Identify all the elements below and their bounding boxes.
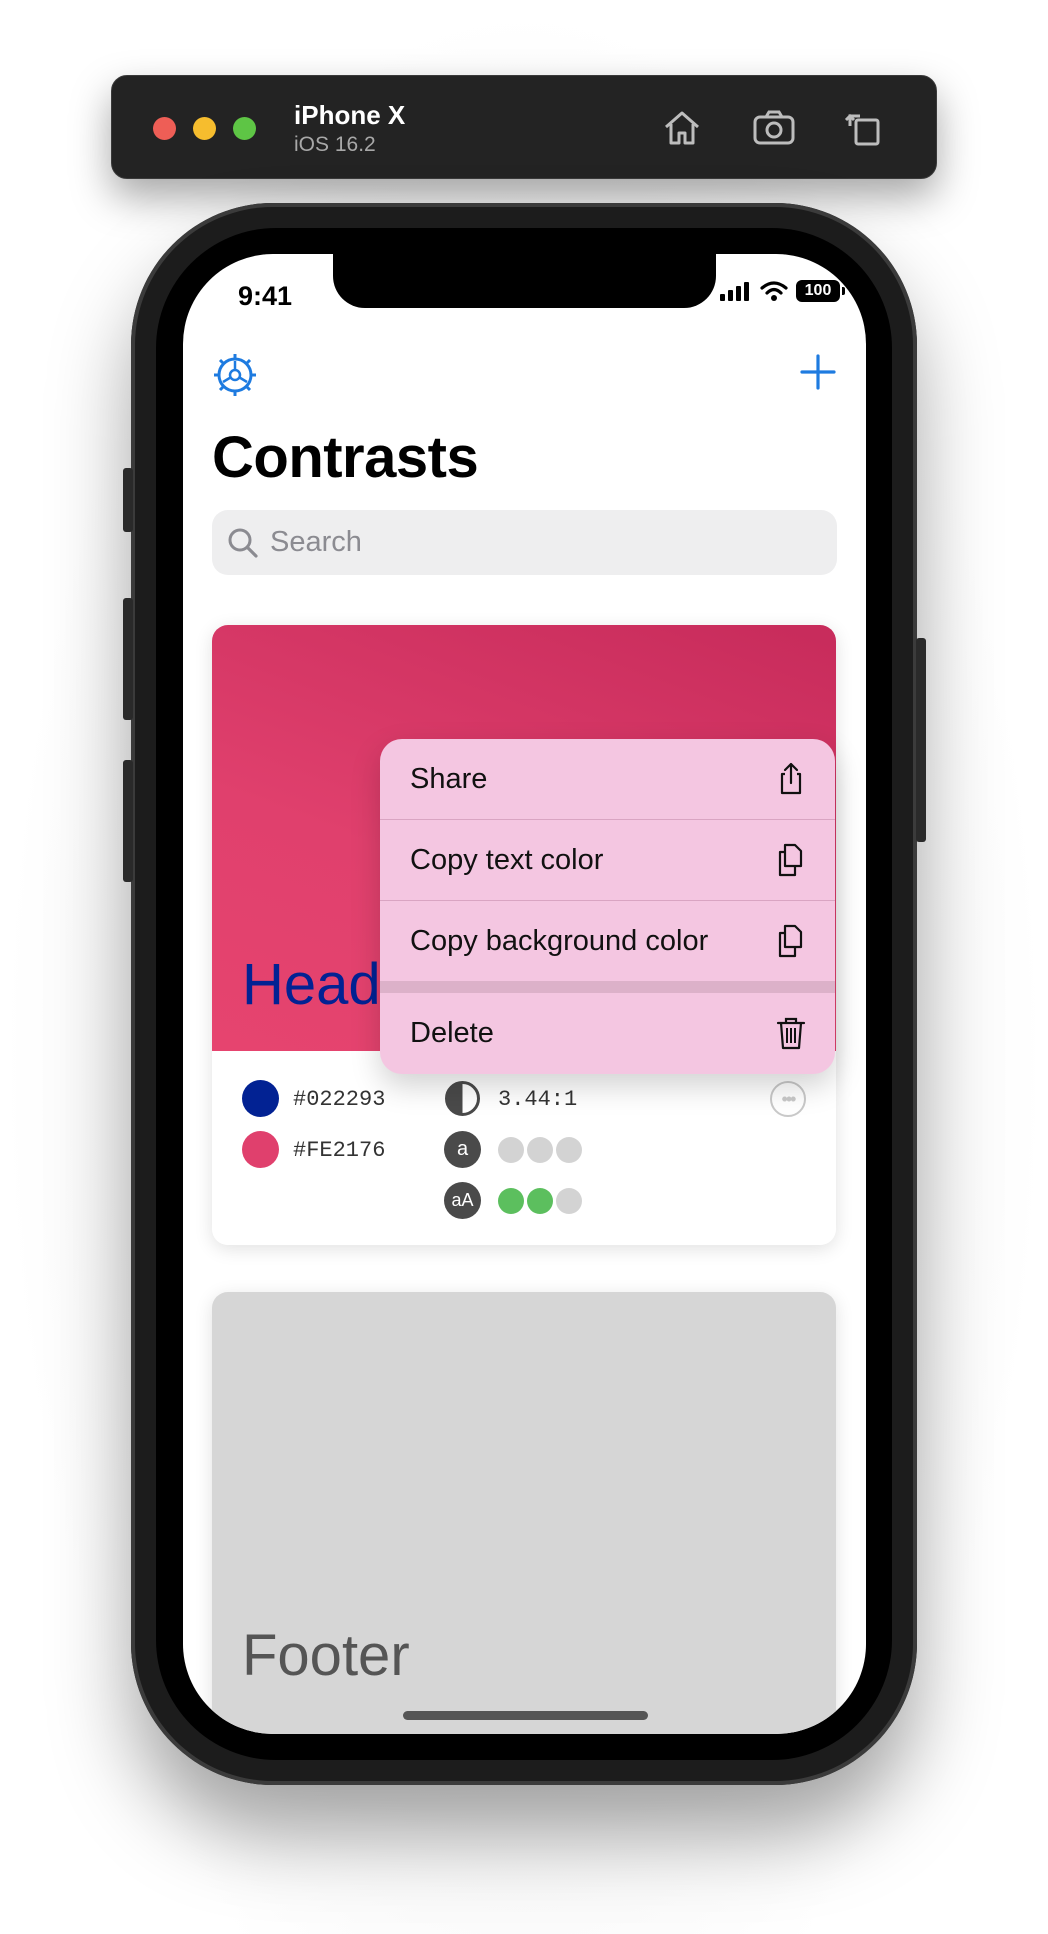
menu-item-label: Copy text color [410, 843, 604, 876]
menu-item-label: Delete [410, 1016, 494, 1049]
contrast-icon [444, 1080, 481, 1117]
background-color-hex: #FE2176 [293, 1138, 386, 1163]
battery-indicator: 100 [796, 280, 845, 302]
settings-gear-icon [214, 354, 256, 396]
home-icon [665, 111, 699, 145]
add-button[interactable] [798, 352, 838, 392]
status-time: 9:41 [238, 281, 293, 311]
mute-switch [123, 468, 133, 532]
card-headline: Footer [242, 1623, 410, 1688]
copy-icon [778, 843, 803, 877]
large-text-aa-indicator [498, 1188, 524, 1214]
small-text-aa-indicator [498, 1137, 524, 1163]
share-icon [780, 762, 802, 795]
context-menu: Share Copy text color Copy background co… [380, 739, 835, 1074]
ellipsis-icon: ••• [781, 1088, 797, 1109]
small-text-icon: a [444, 1131, 481, 1168]
minimize-window-button[interactable] [193, 117, 216, 140]
page-title: Contrasts [212, 425, 479, 490]
large-text-aaa-indicator [527, 1188, 553, 1214]
cellular-signal-icon [720, 282, 749, 301]
status-icons: 100 [720, 280, 845, 302]
small-text-extra-indicator [556, 1137, 582, 1163]
trash-icon [776, 1017, 806, 1050]
background-color-swatch [242, 1131, 279, 1168]
wifi-icon [760, 281, 788, 301]
settings-button[interactable] [212, 352, 258, 398]
os-version: iOS 16.2 [294, 133, 376, 156]
notch [333, 254, 716, 308]
phone-screen: 9:41 100 Contrasts Search Head #022293 #… [183, 254, 866, 1734]
rotate-button[interactable] [838, 102, 890, 154]
menu-item-label: Share [410, 762, 488, 795]
menu-group-separator [380, 981, 835, 993]
home-indicator[interactable] [403, 1711, 648, 1720]
volume-up-button [123, 598, 133, 720]
search-icon [228, 528, 258, 558]
card-details: #022293 #FE2176 3.44:1 a aA ••• [212, 1051, 836, 1245]
large-text-extra-indicator [556, 1188, 582, 1214]
menu-item-label: Copy background color [410, 924, 709, 957]
screenshot-icon [753, 110, 795, 145]
home-button[interactable] [656, 102, 708, 154]
more-options-button[interactable]: ••• [770, 1081, 806, 1117]
simulator-stage: iPhone X iOS 16.2 9:41 100 Contrasts Sea… [0, 0, 1048, 1934]
menu-item-copy-background-color[interactable]: Copy background color [380, 901, 835, 981]
small-text-aaa-indicator [527, 1137, 553, 1163]
power-button [916, 638, 926, 842]
device-name: iPhone X [294, 100, 406, 130]
contrast-card[interactable]: Footer [212, 1292, 836, 1734]
plus-icon [800, 354, 836, 390]
screenshot-button[interactable] [748, 102, 800, 154]
menu-item-copy-text-color[interactable]: Copy text color [380, 820, 835, 900]
search-bar[interactable] [212, 510, 837, 575]
search-input[interactable] [268, 525, 812, 560]
large-text-icon: aA [444, 1182, 481, 1219]
zoom-window-button[interactable] [233, 117, 256, 140]
volume-down-button [123, 760, 133, 882]
simulator-toolbar: iPhone X iOS 16.2 [111, 75, 937, 179]
menu-item-delete[interactable]: Delete [380, 993, 835, 1073]
menu-item-share[interactable]: Share [380, 739, 835, 819]
close-window-button[interactable] [153, 117, 176, 140]
rotate-icon [844, 113, 880, 146]
contrast-ratio: 3.44:1 [498, 1087, 578, 1112]
text-color-hex: #022293 [293, 1087, 386, 1112]
card-headline: Head [242, 952, 381, 1017]
copy-icon [778, 924, 803, 958]
text-color-swatch [242, 1080, 279, 1117]
